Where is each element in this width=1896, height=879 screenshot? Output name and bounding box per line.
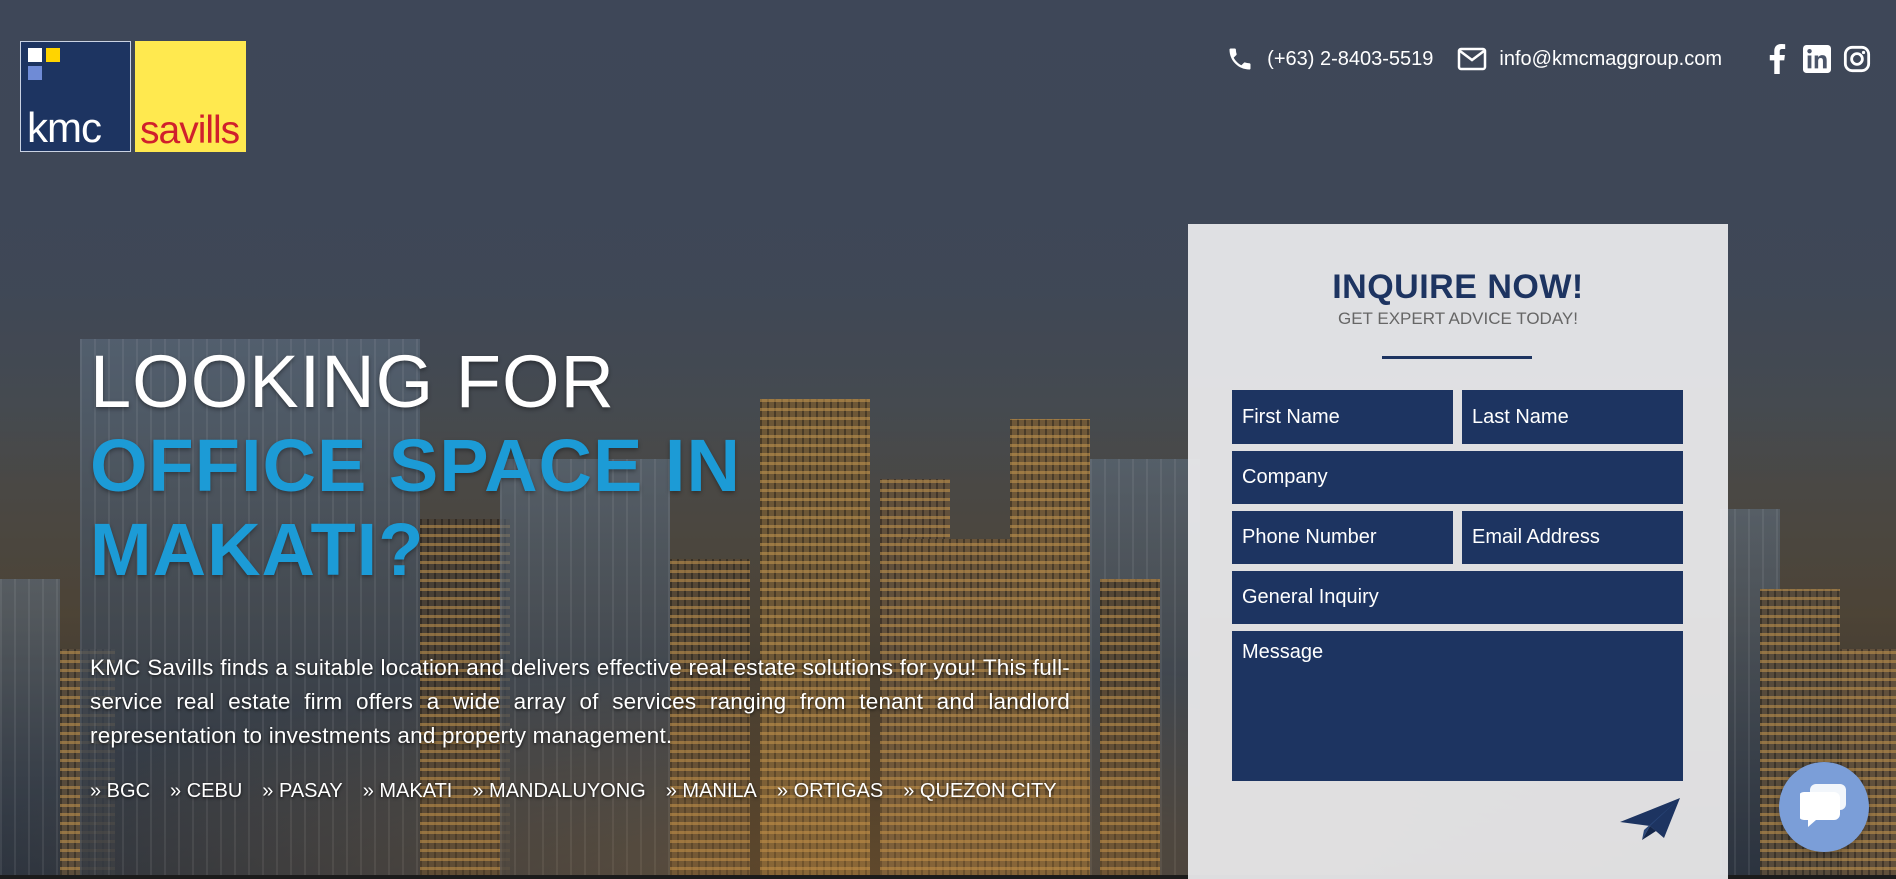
form-title: INQUIRE NOW! xyxy=(1332,268,1584,306)
message-textarea[interactable]: Message xyxy=(1232,631,1683,781)
paper-plane-icon xyxy=(1618,798,1682,846)
submit-button[interactable] xyxy=(1618,796,1682,842)
location-link-makati[interactable]: » MAKATI xyxy=(363,780,453,803)
form-subtitle: GET EXPERT ADVICE TODAY! xyxy=(1338,309,1578,328)
hero-heading-highlight: OFFICE SPACE IN xyxy=(90,424,741,507)
kmc-logo-text: kmc xyxy=(27,104,102,151)
first-name-field[interactable]: First Name xyxy=(1232,390,1453,444)
location-links: » BGC » CEBU » PASAY » MAKATI » MANDALUY… xyxy=(90,780,1077,803)
inquiry-type-select[interactable]: General Inquiry xyxy=(1232,571,1683,624)
location-link-mandaluyong[interactable]: » MANDALUYONG xyxy=(472,780,645,803)
hero-heading-line1: LOOKING FOR xyxy=(90,340,615,423)
inquiry-form: INQUIRE NOW! GET EXPERT ADVICE TODAY! Fi… xyxy=(1188,224,1728,879)
location-link-manila[interactable]: » MANILA xyxy=(666,780,757,803)
envelope-icon xyxy=(1457,44,1487,74)
company-field[interactable]: Company xyxy=(1232,451,1683,504)
linkedin-icon[interactable] xyxy=(1802,44,1832,74)
savills-logo-block: savills xyxy=(135,41,246,152)
hero-heading-highlight-city: MAKATI? xyxy=(90,508,425,591)
kmc-logo-block: kmc xyxy=(20,41,131,152)
savills-logo-text: savills xyxy=(140,109,240,152)
location-link-pasay[interactable]: » PASAY xyxy=(262,780,342,803)
chat-widget-button[interactable] xyxy=(1779,762,1869,852)
location-link-ortigas[interactable]: » ORTIGAS xyxy=(777,780,883,803)
phone-number-text: (+63) 2-8403-5519 xyxy=(1267,47,1434,70)
location-link-cebu[interactable]: » CEBU xyxy=(170,780,242,803)
phone-number-field[interactable]: Phone Number xyxy=(1232,511,1453,564)
location-link-bgc[interactable]: » BGC xyxy=(90,780,150,803)
last-name-field[interactable]: Last Name xyxy=(1462,390,1683,444)
facebook-icon[interactable] xyxy=(1762,44,1792,74)
phone-icon xyxy=(1225,44,1255,74)
phone-link[interactable]: (+63) 2-8403-5519 xyxy=(1225,44,1433,74)
social-links xyxy=(1752,44,1872,74)
form-divider xyxy=(1382,356,1532,359)
email-text: info@kmcmaggroup.com xyxy=(1499,47,1722,70)
kmc-savills-logo[interactable]: kmc savills xyxy=(20,41,246,152)
location-link-quezon-city[interactable]: » QUEZON CITY xyxy=(903,780,1056,803)
hero-heading: LOOKING FOR OFFICE SPACE IN MAKATI? xyxy=(90,340,1070,592)
instagram-icon[interactable] xyxy=(1842,44,1872,74)
header-contacts: (+63) 2-8403-5519 info@kmcmaggroup.com xyxy=(1225,42,1872,76)
hero-description: KMC Savills finds a suitable location an… xyxy=(90,655,1070,748)
chat-bubble-icon xyxy=(1798,782,1848,833)
email-address-field[interactable]: Email Address xyxy=(1462,511,1683,564)
email-link[interactable]: info@kmcmaggroup.com xyxy=(1457,44,1722,74)
